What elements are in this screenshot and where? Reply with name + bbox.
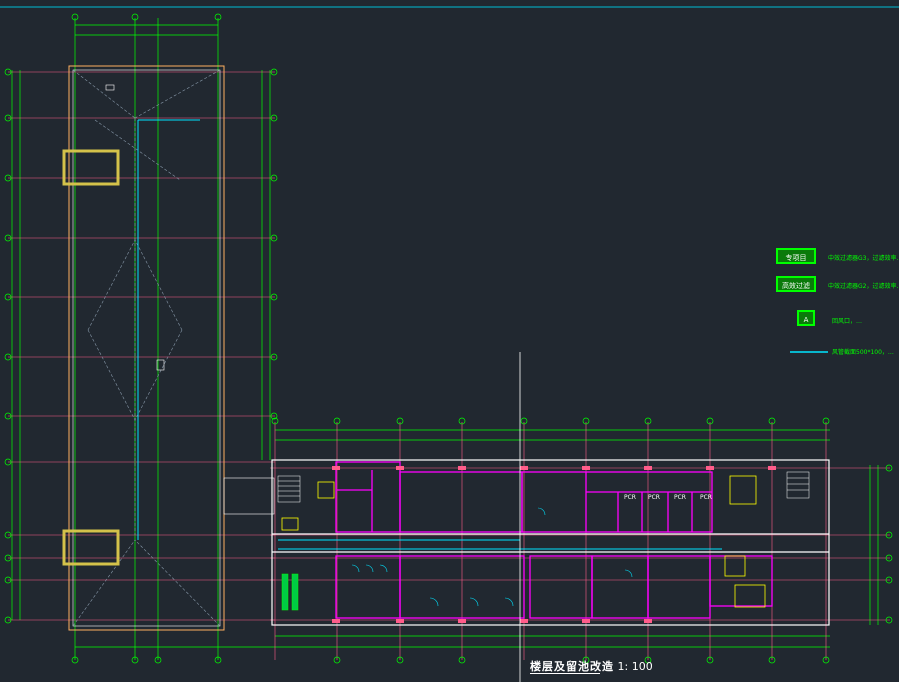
stair xyxy=(277,471,810,503)
roof-lines xyxy=(72,69,221,627)
fixtures xyxy=(281,573,299,611)
wing-dimensions xyxy=(75,429,879,648)
wing-walls xyxy=(271,459,830,626)
title-underline xyxy=(530,673,600,674)
legend-box-3: A xyxy=(797,310,815,326)
legend-label-3: A xyxy=(803,316,809,324)
cad-floor-plan xyxy=(0,6,899,682)
tower-grid-bubbles xyxy=(4,13,278,664)
room-label-pcr-1: PCR xyxy=(624,494,636,501)
room-label-pcr-2: PCR xyxy=(648,494,660,501)
wing-grid-vertical xyxy=(274,422,827,660)
legend-box-1: 专项目 xyxy=(776,248,816,264)
drawing-title-text: 楼层及留池改造 xyxy=(530,660,614,673)
door-swings xyxy=(351,507,633,607)
room-label-pcr-4: PCR xyxy=(700,494,712,501)
drawing-title: 楼层及留池改造 1: 100 xyxy=(530,658,653,674)
room-label-pcr-3: PCR xyxy=(674,494,686,501)
legend-label-2: 高效过滤 xyxy=(782,282,810,290)
tower-columns xyxy=(62,149,120,566)
tower-grid xyxy=(8,71,275,621)
legend-text-3: 回风口，… xyxy=(832,318,863,325)
legend-text-2: 中效过滤器G2，过滤效率… xyxy=(828,283,899,290)
drawing-scale: 1: 100 xyxy=(617,660,653,673)
legend-box-2: 高效过滤 xyxy=(776,276,816,292)
legend-label-1: 专项目 xyxy=(785,254,807,262)
wing-grid-horizontal xyxy=(270,467,890,621)
legend-text-1: 中效过滤器G3，过滤效率… xyxy=(828,255,899,262)
connector xyxy=(223,477,275,515)
legend-text-4: 风管截面500*100，… xyxy=(832,349,894,356)
corridor-duct xyxy=(278,539,722,550)
